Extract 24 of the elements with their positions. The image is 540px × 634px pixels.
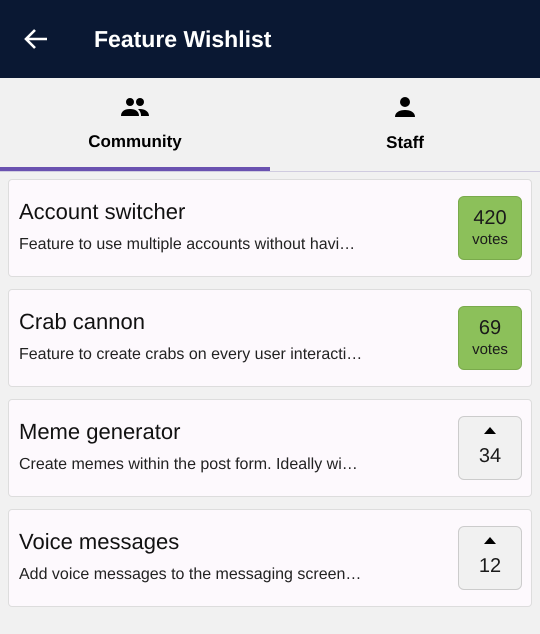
vote-count-button[interactable]: 420 votes: [458, 196, 522, 260]
group-icon: [120, 96, 150, 117]
feature-description: Feature to create crabs on every user interacti…: [19, 345, 364, 365]
feature-title: Account switcher: [19, 201, 186, 223]
caret-up-icon: [484, 427, 496, 434]
feature-description: Create memes within the post form. Ideally wi…: [19, 455, 359, 475]
feature-title: Meme generator: [19, 421, 182, 443]
tab[interactable]: Community: [0, 78, 270, 171]
feature-title: Crab cannon: [19, 311, 146, 333]
feature-description: Feature to use multiple accounts without havi…: [19, 235, 356, 255]
tab[interactable]: Staff: [270, 78, 540, 171]
screen-title: Feature Wishlist: [94, 24, 272, 54]
person-icon: [394, 96, 416, 118]
feature-card[interactable]: Meme generator Create memes within the post form. Ideally wi… 34: [8, 399, 532, 497]
feature-description: Add voice messages to the messaging screen…: [19, 565, 362, 585]
feature-card[interactable]: Voice messages Add voice messages to the messaging screen… 12: [8, 509, 532, 607]
upvote-button[interactable]: 34: [458, 416, 522, 480]
feature-card[interactable]: Account switcher Feature to use multiple accounts without havi… 420 votes: [8, 179, 532, 277]
upvote-button[interactable]: 12: [458, 526, 522, 590]
vote-count-button[interactable]: 69 votes: [458, 306, 522, 370]
feature-title: Voice messages: [19, 531, 180, 553]
caret-up-icon: [484, 537, 496, 544]
feature-card[interactable]: Crab cannon Feature to create crabs on every user interacti… 69 votes: [8, 289, 532, 387]
back-arrow-icon: [23, 27, 49, 51]
